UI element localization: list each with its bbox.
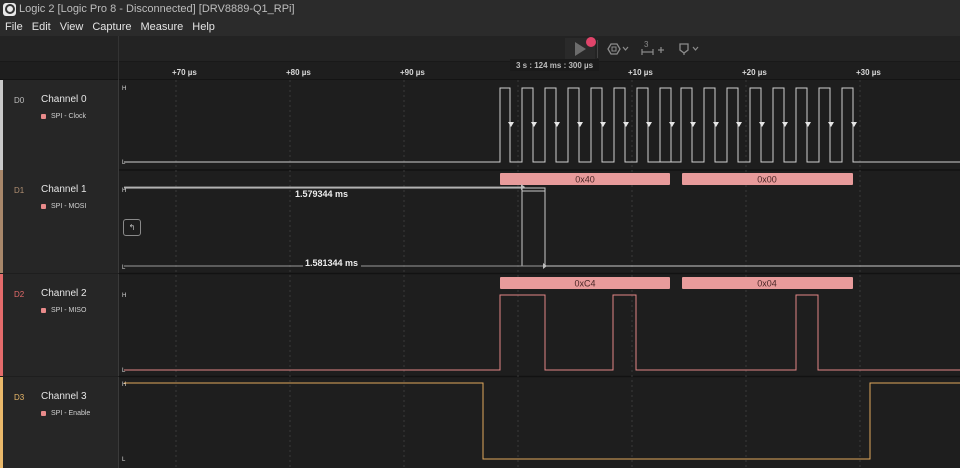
tick-label: +80 µs (286, 68, 311, 77)
channel-color-stripe (0, 80, 3, 170)
analyzer-label: SPI - MOSI (41, 203, 86, 210)
menu-bar: File Edit View Capture Measure Help (0, 18, 960, 36)
analyzer-color-icon (41, 308, 46, 313)
measurement-icon[interactable]: ↰ (123, 219, 141, 236)
menu-help[interactable]: Help (192, 21, 215, 33)
channel-name: Channel 2 (41, 288, 87, 299)
analyzer-label: SPI - Clock (41, 113, 86, 120)
toolbar-left-pane (0, 36, 119, 62)
channel-id: D3 (14, 393, 25, 402)
mosi-byte-label: 0x40 (575, 175, 595, 185)
title-bar: Logic 2 [Logic Pro 8 - Disconnected] [DR… (0, 0, 960, 18)
add-marker-button[interactable] (674, 38, 704, 60)
channel-color-stripe (0, 170, 3, 273)
tick-label: +20 µs (742, 68, 767, 77)
channel-id: D2 (14, 290, 25, 299)
waveform-area[interactable]: H L H L H L H L 0x40 0x00 1.579344 ms 1.… (119, 80, 960, 468)
channel-name: Channel 3 (41, 391, 87, 402)
channel-color-stripe (0, 274, 3, 376)
channel-3-header[interactable]: D3 Channel 3 SPI - Enable (0, 377, 119, 468)
channel-2-header[interactable]: D2 Channel 2 SPI - MISO (0, 274, 119, 376)
measurement-value: 1.579344 ms (295, 189, 348, 199)
menu-capture[interactable]: Capture (92, 21, 131, 33)
trigger-count: 3 (644, 40, 649, 49)
hexagon-device-icon (607, 43, 629, 55)
waveform-canvas[interactable]: H L H L H L H L 0x40 0x00 1.579344 ms 1.… (119, 80, 960, 468)
device-settings-button[interactable] (603, 38, 631, 60)
cursor-time-readout: 3 s : 124 ms : 300 µs (510, 59, 600, 71)
level-high-label: H (122, 188, 126, 194)
channel-id: D1 (14, 186, 25, 195)
analyzer-label: SPI - MISO (41, 307, 86, 314)
channel-name: Channel 0 (41, 94, 87, 105)
time-ruler[interactable]: +70 µs +80 µs +90 µs +10 µs +20 µs +30 µ… (0, 62, 960, 80)
analyzer-label: SPI - Enable (41, 410, 90, 417)
channel-0-header[interactable]: D0 Channel 0 SPI - Clock (0, 80, 119, 170)
menu-view[interactable]: View (60, 21, 84, 33)
channel-name: Channel 1 (41, 184, 87, 195)
level-high-label: H (122, 293, 126, 299)
marker-flag-icon (679, 43, 699, 55)
analyzer-color-icon (41, 204, 46, 209)
analyzer-color-icon (41, 411, 46, 416)
tick-label: +30 µs (856, 68, 881, 77)
menu-file[interactable]: File (5, 21, 23, 33)
capture-toolbar: 3 (0, 36, 960, 62)
toolbar-divider (597, 40, 598, 58)
window-title: Logic 2 [Logic Pro 8 - Disconnected] [DR… (19, 3, 295, 15)
tick-label: +10 µs (628, 68, 653, 77)
play-icon (574, 42, 586, 56)
logic-app-icon (3, 2, 16, 16)
channel-1-header[interactable]: D1 Channel 1 SPI - MOSI (0, 170, 119, 273)
miso-byte-label: 0x04 (757, 279, 777, 289)
measurement-value: 1.581344 ms (305, 258, 358, 268)
channel-color-stripe (0, 377, 3, 468)
ruler-left-pane (0, 62, 119, 80)
channel-id: D0 (14, 96, 25, 105)
miso-byte-label: 0xC4 (574, 279, 595, 289)
level-high-label: H (122, 86, 126, 92)
mosi-byte-label: 0x00 (757, 175, 777, 185)
menu-edit[interactable]: Edit (32, 21, 51, 33)
menu-measure[interactable]: Measure (141, 21, 184, 33)
timing-marker-icon: 3 (641, 40, 664, 55)
tick-label: +90 µs (400, 68, 425, 77)
analyzer-color-icon (41, 114, 46, 119)
record-indicator-icon (586, 37, 596, 47)
tick-label: +70 µs (172, 68, 197, 77)
add-measurement-button[interactable]: 3 (638, 38, 668, 60)
